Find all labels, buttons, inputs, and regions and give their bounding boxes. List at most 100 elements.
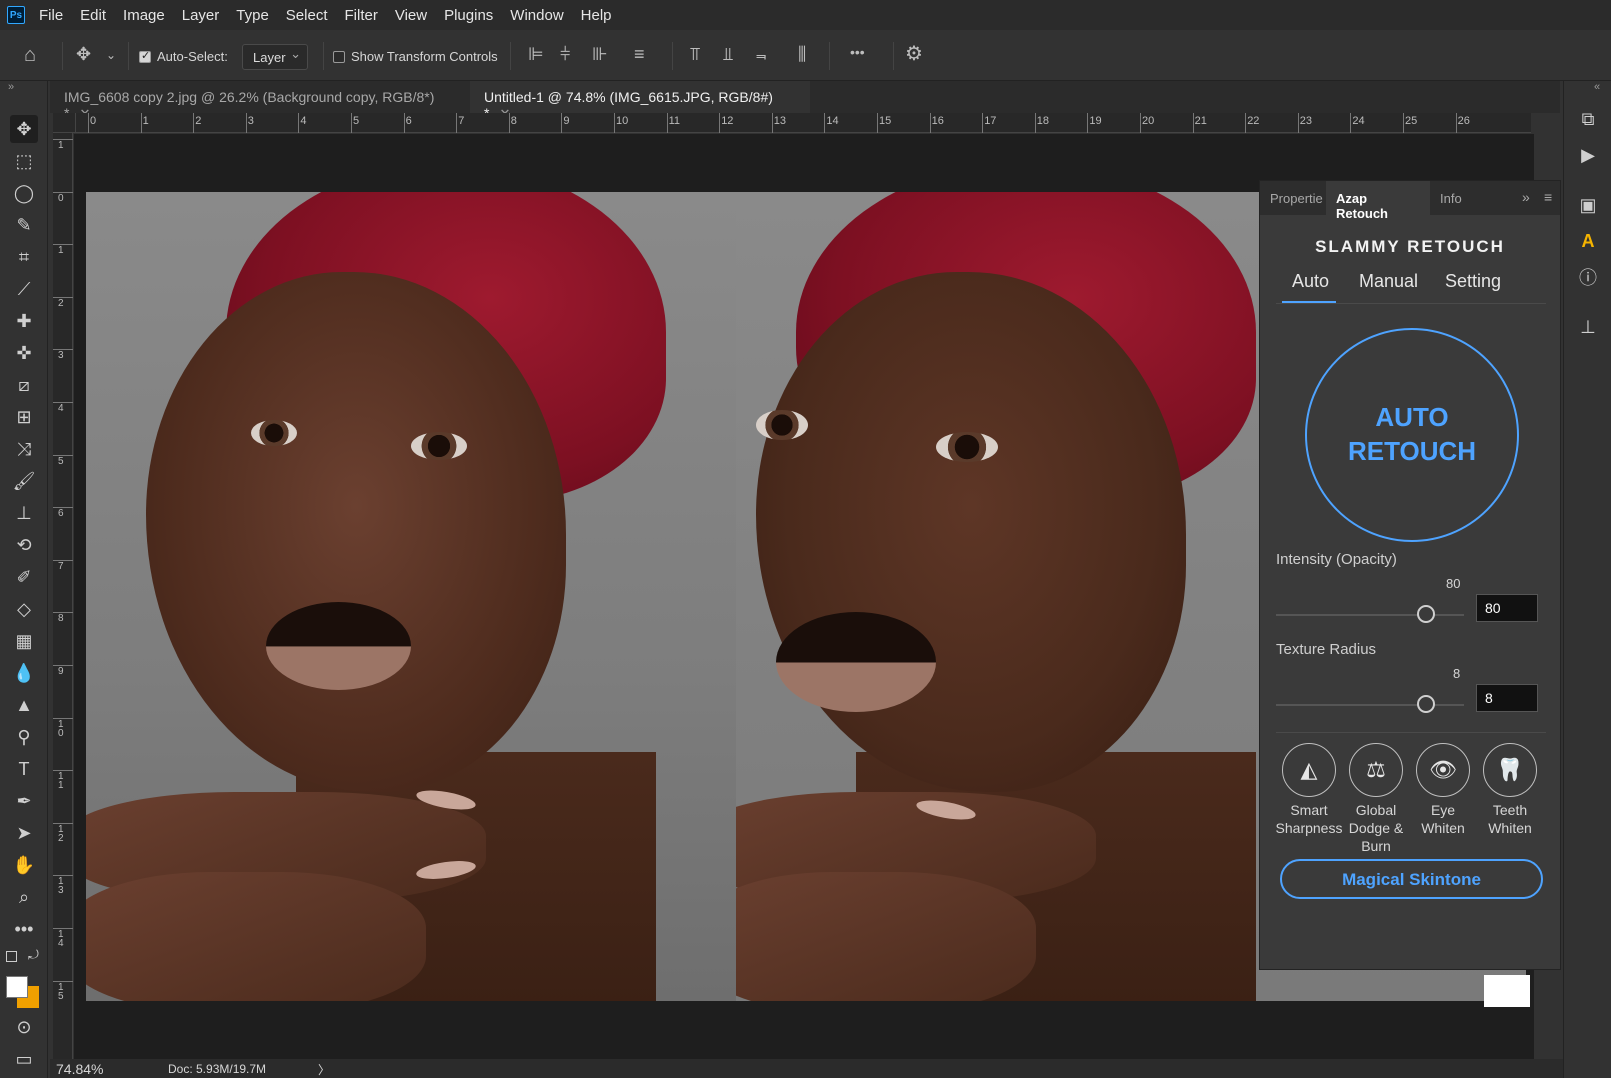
foreground-color-swatch[interactable]: [6, 976, 28, 998]
menu-type[interactable]: Type: [236, 7, 269, 24]
history-icon[interactable]: ⧉: [1574, 105, 1602, 133]
texture-radius-slider-track[interactable]: [1276, 704, 1464, 706]
zoom-level[interactable]: 74.84%: [56, 1061, 103, 1077]
menu-layer[interactable]: Layer: [182, 7, 220, 24]
menu-view[interactable]: View: [395, 7, 427, 24]
gradient-tool-icon[interactable]: ▦: [10, 627, 38, 655]
menu-file[interactable]: File: [39, 7, 63, 24]
sharpen-tool-icon[interactable]: ▲: [10, 691, 38, 719]
align-center-icon[interactable]: ⫩: [560, 45, 570, 63]
azap-plugin-icon[interactable]: A: [1574, 227, 1602, 255]
mode-tab-manual[interactable]: Manual: [1359, 271, 1418, 292]
magical-skintone-button[interactable]: Magical Skintone: [1280, 859, 1543, 899]
stamp-icon[interactable]: ⊥: [1574, 313, 1602, 341]
align-top-icon[interactable]: ⫪: [690, 45, 700, 63]
intensity-slider-thumb[interactable]: [1417, 605, 1436, 623]
crop-tool-icon[interactable]: ⌗: [10, 243, 38, 271]
align-left-icon[interactable]: ⊫: [528, 45, 544, 63]
document-tab-active[interactable]: Untitled-1 @ 74.8% (IMG_6615.JPG, RGB/8#…: [470, 81, 810, 121]
auto-retouch-button[interactable]: AUTO RETOUCH: [1305, 328, 1519, 542]
eyedropper-tool-icon[interactable]: ⟋: [10, 275, 38, 303]
sharpness-icon[interactable]: ◭: [1282, 743, 1336, 797]
swap-colors-icon[interactable]: ⤾: [28, 947, 39, 963]
gear-icon[interactable]: ⚙: [905, 44, 923, 64]
chevron-down-icon[interactable]: ⌄: [106, 49, 116, 61]
ruler-tick-label: 13: [773, 115, 787, 127]
mode-tab-setting[interactable]: Setting: [1445, 271, 1501, 292]
stamp-tool-icon[interactable]: ⊥: [10, 499, 38, 527]
distribute-icon[interactable]: ≡: [634, 45, 645, 63]
pen-tool-icon[interactable]: ✒: [10, 787, 38, 815]
ruler-origin[interactable]: [53, 113, 76, 133]
menu-plugins[interactable]: Plugins: [444, 7, 493, 24]
align-bottom-icon[interactable]: ⫬: [756, 45, 767, 63]
document-tab[interactable]: IMG_6608 copy 2.jpg @ 26.2% (Background …: [50, 81, 470, 121]
menu-window[interactable]: Window: [510, 7, 563, 24]
ruler-tick-label: 16: [931, 115, 944, 127]
menu-select[interactable]: Select: [286, 7, 328, 24]
intensity-input[interactable]: 80: [1476, 594, 1538, 622]
face: [146, 272, 566, 792]
screen-mode-icon[interactable]: ▭: [10, 1045, 38, 1073]
distribute-vertical-icon[interactable]: ⫼: [798, 45, 806, 63]
mixer-brush-tool-icon[interactable]: ✐: [10, 563, 38, 591]
type-tool-icon[interactable]: T: [10, 755, 38, 783]
photo-before-retouch[interactable]: [86, 192, 736, 1001]
brush-tool-icon[interactable]: 🖌: [10, 467, 38, 495]
menu-edit[interactable]: Edit: [80, 7, 106, 24]
texture-radius-slider-thumb[interactable]: [1417, 695, 1436, 713]
healing-brush-tool-icon[interactable]: ✜: [10, 339, 38, 367]
show-transform-checkbox[interactable]: [333, 51, 345, 63]
move-tool-icon[interactable]: ✥: [10, 115, 38, 143]
collapse-icon[interactable]: »: [8, 81, 14, 93]
tab-info[interactable]: Info: [1430, 181, 1480, 215]
align-middle-icon[interactable]: ⫫: [723, 45, 733, 63]
zoom-tool-icon[interactable]: ⌕: [10, 883, 38, 911]
blur-tool-icon[interactable]: 💧: [10, 659, 38, 687]
mode-tab-auto[interactable]: Auto: [1292, 271, 1329, 292]
quick-mask-icon[interactable]: ⊙: [10, 1013, 38, 1041]
eye-icon[interactable]: 👁: [1416, 743, 1470, 797]
path-select-tool-icon[interactable]: ➤: [10, 819, 38, 847]
more-options-icon[interactable]: •••: [850, 45, 865, 59]
teeth-whiten-label: Teeth Whiten: [1470, 801, 1550, 837]
more-tools-icon[interactable]: •••: [10, 915, 38, 943]
panel-menu-icon[interactable]: ≡: [1544, 189, 1552, 205]
lasso-tool-icon[interactable]: ◯: [10, 179, 38, 207]
dodge-tool-icon[interactable]: ⚲: [10, 723, 38, 751]
quick-select-tool-icon[interactable]: ✎: [10, 211, 38, 239]
collapse-icon[interactable]: «: [1594, 81, 1600, 93]
image-icon[interactable]: ▣: [1574, 191, 1602, 219]
scale-icon[interactable]: ⚖: [1349, 743, 1403, 797]
auto-select-checkbox[interactable]: [139, 49, 151, 63]
play-icon[interactable]: ▶: [1574, 141, 1602, 169]
content-aware-icon[interactable]: ⊞: [10, 403, 38, 431]
move-tool-icon[interactable]: ✥: [76, 45, 91, 63]
horizontal-ruler[interactable]: 0 1 2 3 4 5 6 7 8 9 10 11 12 13 14 15 16 17 18 19 20 21 22 23 24…: [76, 113, 1531, 133]
patch-tool-icon[interactable]: ⧄: [10, 371, 38, 399]
spot-healing-tool-icon[interactable]: ✚: [10, 307, 38, 335]
tab-properties[interactable]: Propertie: [1260, 181, 1326, 215]
tooth-icon[interactable]: 🦷: [1483, 743, 1537, 797]
tab-azap-retouch[interactable]: Azap Retouch: [1326, 181, 1430, 221]
default-colors-icon[interactable]: [6, 951, 17, 962]
ruler-tick: [719, 113, 721, 133]
info-icon[interactable]: ⓘ: [1574, 263, 1602, 291]
hand-tool-icon[interactable]: ✋: [10, 851, 38, 879]
history-brush-tool-icon[interactable]: ⟲: [10, 531, 38, 559]
expand-panel-icon[interactable]: »: [1522, 189, 1530, 205]
vertical-ruler[interactable]: 101234567891 01 11 21 31 41 5: [53, 133, 73, 1063]
align-right-icon[interactable]: ⊪: [592, 45, 608, 63]
texture-radius-input[interactable]: 8: [1476, 684, 1538, 712]
auto-select-target-dropdown[interactable]: Layer: [242, 44, 308, 70]
eraser-tool-icon[interactable]: ◇: [10, 595, 38, 623]
menu-filter[interactable]: Filter: [345, 7, 378, 24]
home-icon[interactable]: ⌂: [24, 45, 36, 65]
photoshop-logo-icon[interactable]: Ps: [7, 6, 25, 24]
status-menu-arrow-icon[interactable]: 〉: [318, 1061, 330, 1078]
shuffle-icon[interactable]: ⤨: [10, 435, 38, 463]
menu-help[interactable]: Help: [581, 7, 612, 24]
menu-image[interactable]: Image: [123, 7, 165, 24]
marquee-tool-icon[interactable]: ⬚: [10, 147, 38, 175]
intensity-slider-track[interactable]: [1276, 614, 1464, 616]
